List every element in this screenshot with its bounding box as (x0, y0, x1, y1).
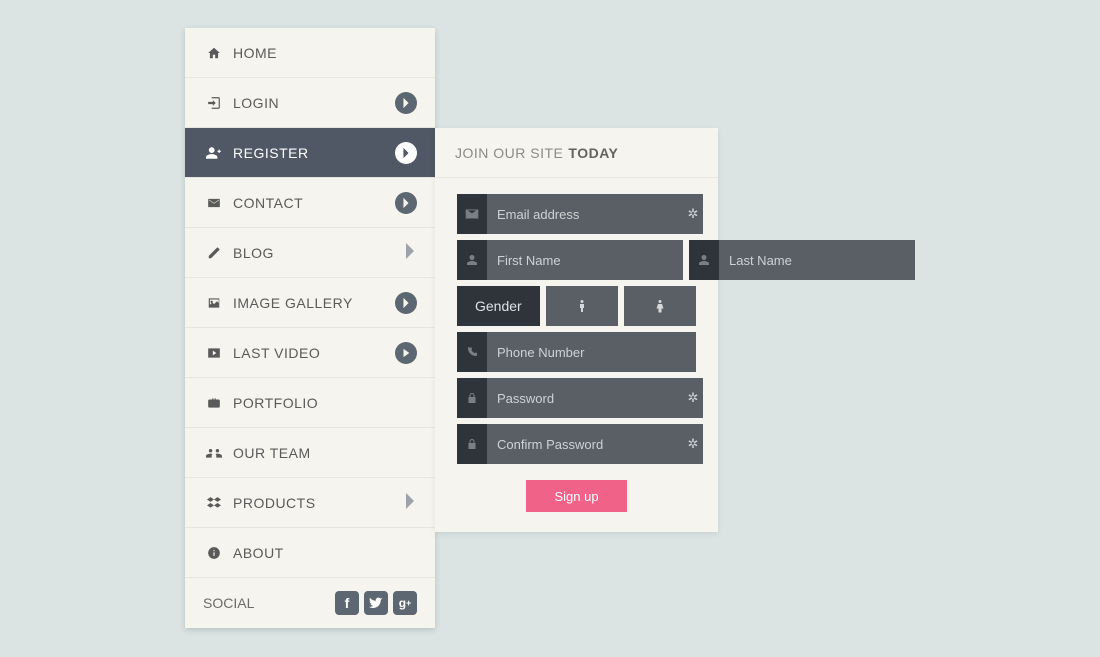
team-icon (203, 446, 225, 460)
envelope-icon (203, 196, 225, 210)
user-icon (689, 240, 719, 280)
gender-male-button[interactable] (546, 286, 618, 326)
home-icon (203, 46, 225, 60)
panel-header-bold: TODAY (568, 145, 618, 161)
briefcase-icon (203, 396, 225, 410)
sidebar-item-label: BLOG (233, 245, 403, 261)
sidebar-item-label: LOGIN (233, 95, 395, 111)
sidebar-item-label: PRODUCTS (233, 495, 403, 511)
sidebar-item-our-team[interactable]: OUR TEAM (185, 428, 435, 478)
required-icon: ✲ (683, 424, 703, 464)
sidebar-item-login[interactable]: LOGIN (185, 78, 435, 128)
sidebar-item-label: HOME (233, 45, 417, 61)
sidebar-item-about[interactable]: ABOUT (185, 528, 435, 578)
user-plus-icon (203, 146, 225, 160)
sidebar-item-label: PORTFOLIO (233, 395, 417, 411)
panel-header: JOIN OUR SITE TODAY (435, 128, 718, 178)
facebook-icon[interactable]: f (335, 591, 359, 615)
signup-button[interactable]: Sign up (526, 480, 626, 512)
chevron-right-icon (395, 142, 417, 164)
lastname-field[interactable] (719, 240, 915, 280)
sidebar-item-last-video[interactable]: LAST VIDEO (185, 328, 435, 378)
sidebar-item-label: LAST VIDEO (233, 345, 395, 361)
social-label: SOCIAL (203, 595, 330, 611)
lock-icon (457, 378, 487, 418)
sidebar-item-blog[interactable]: BLOG (185, 228, 435, 278)
email-field[interactable] (487, 194, 683, 234)
sidebar-item-label: REGISTER (233, 145, 395, 161)
login-icon (203, 96, 225, 110)
sidebar-item-home[interactable]: HOME (185, 28, 435, 78)
sidebar-item-contact[interactable]: CONTACT (185, 178, 435, 228)
sidebar-item-label: CONTACT (233, 195, 395, 211)
image-icon (203, 296, 225, 310)
google-plus-icon[interactable]: g+ (393, 591, 417, 615)
required-icon: ✲ (683, 378, 703, 418)
sidebar-item-register[interactable]: REGISTER (185, 128, 435, 178)
twitter-icon[interactable] (364, 591, 388, 615)
gender-label: Gender (457, 286, 540, 326)
confirm-password-field[interactable] (487, 424, 683, 464)
panel-header-plain: JOIN OUR SITE (455, 145, 563, 161)
user-icon (457, 240, 487, 280)
dropbox-icon (203, 496, 225, 510)
sidebar-item-portfolio[interactable]: PORTFOLIO (185, 378, 435, 428)
envelope-icon (457, 194, 487, 234)
phone-field[interactable] (487, 332, 696, 372)
play-icon (395, 342, 417, 364)
sidebar-item-label: ABOUT (233, 545, 417, 561)
sidebar-item-products[interactable]: PRODUCTS (185, 478, 435, 528)
video-icon (203, 347, 225, 359)
chevron-right-icon (395, 192, 417, 214)
chevron-right-icon (395, 292, 417, 314)
gender-female-button[interactable] (624, 286, 696, 326)
firstname-field[interactable] (487, 240, 683, 280)
password-field[interactable] (487, 378, 683, 418)
register-panel: JOIN OUR SITE TODAY ✲ (435, 128, 718, 532)
sidebar-item-image-gallery[interactable]: IMAGE GALLERY (185, 278, 435, 328)
required-icon: ✲ (683, 194, 703, 234)
info-icon (203, 546, 225, 560)
chevron-right-icon (403, 242, 417, 263)
phone-icon (457, 332, 487, 372)
social-row: SOCIAL f g+ (185, 578, 435, 628)
edit-icon (203, 246, 225, 260)
sidebar: HOME LOGIN REGISTER CONTACT BLOG IMAGE GALLER… (185, 28, 435, 628)
sidebar-item-label: OUR TEAM (233, 445, 417, 461)
chevron-right-icon (395, 92, 417, 114)
chevron-right-icon (403, 492, 417, 513)
register-form: ✲ Gender (435, 178, 718, 512)
lock-icon (457, 424, 487, 464)
sidebar-item-label: IMAGE GALLERY (233, 295, 395, 311)
